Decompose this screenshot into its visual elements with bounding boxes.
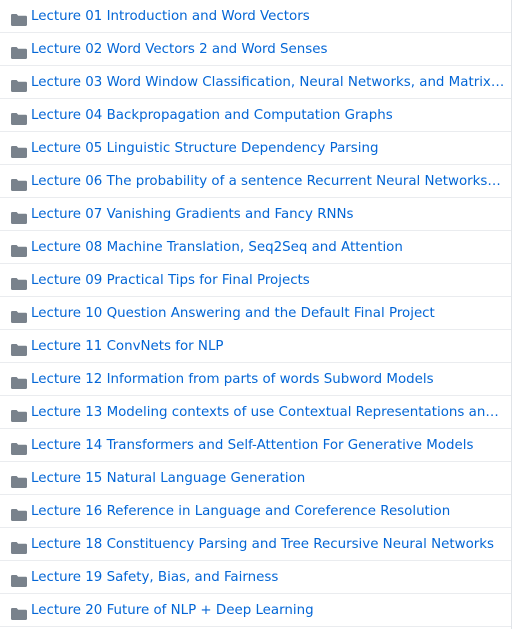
folder-link[interactable]: Lecture 20 Future of NLP + Deep Learning — [31, 594, 505, 627]
folder-link[interactable]: Lecture 09 Practical Tips for Final Proj… — [31, 264, 505, 297]
folder-icon — [11, 374, 27, 389]
folder-icon — [11, 77, 27, 92]
folder-row[interactable]: Lecture 08 Machine Translation, Seq2Seq … — [0, 231, 511, 264]
folder-link[interactable]: Lecture 13 Modeling contexts of use Cont… — [31, 396, 505, 429]
folder-icon — [11, 605, 27, 620]
folder-icon — [11, 539, 27, 554]
folder-row[interactable]: Lecture 05 Linguistic Structure Dependen… — [0, 132, 511, 165]
folder-icon — [11, 275, 27, 290]
folder-icon — [11, 44, 27, 59]
folder-icon — [11, 440, 27, 455]
folder-row[interactable]: Lecture 07 Vanishing Gradients and Fancy… — [0, 198, 511, 231]
folder-link[interactable]: Lecture 03 Word Window Classification, N… — [31, 66, 505, 99]
folder-link[interactable]: Lecture 15 Natural Language Generation — [31, 462, 505, 495]
folder-row[interactable]: Lecture 18 Constituency Parsing and Tree… — [0, 528, 511, 561]
folder-row[interactable]: Lecture 12 Information from parts of wor… — [0, 363, 511, 396]
folder-icon — [11, 242, 27, 257]
folder-icon — [11, 143, 27, 158]
folder-icon — [11, 506, 27, 521]
folder-row[interactable]: Lecture 15 Natural Language Generation — [0, 462, 511, 495]
folder-icon — [11, 407, 27, 422]
folder-row[interactable]: Lecture 06 The probability of a sentence… — [0, 165, 511, 198]
folder-icon — [11, 341, 27, 356]
folder-icon — [11, 209, 27, 224]
folder-row[interactable]: Lecture 03 Word Window Classification, N… — [0, 66, 511, 99]
folder-row[interactable]: Lecture 14 Transformers and Self-Attenti… — [0, 429, 511, 462]
folder-link[interactable]: Lecture 07 Vanishing Gradients and Fancy… — [31, 198, 505, 231]
folder-link[interactable]: Lecture 04 Backpropagation and Computati… — [31, 99, 505, 132]
folder-row[interactable]: Lecture 16 Reference in Language and Cor… — [0, 495, 511, 528]
folder-link[interactable]: Lecture 11 ConvNets for NLP — [31, 330, 505, 363]
folder-link[interactable]: Lecture 02 Word Vectors 2 and Word Sense… — [31, 33, 505, 66]
folder-list: Lecture 01 Introduction and Word Vectors… — [0, 0, 512, 629]
folder-row[interactable]: Lecture 01 Introduction and Word Vectors — [0, 0, 511, 33]
folder-link[interactable]: Lecture 12 Information from parts of wor… — [31, 363, 505, 396]
folder-icon — [11, 308, 27, 323]
folder-row[interactable]: Lecture 11 ConvNets for NLP — [0, 330, 511, 363]
folder-row[interactable]: Lecture 10 Question Answering and the De… — [0, 297, 511, 330]
folder-link[interactable]: Lecture 06 The probability of a sentence… — [31, 165, 505, 198]
folder-link[interactable]: Lecture 14 Transformers and Self-Attenti… — [31, 429, 505, 462]
folder-icon — [11, 473, 27, 488]
folder-link[interactable]: Lecture 19 Safety, Bias, and Fairness — [31, 561, 505, 594]
folder-link[interactable]: Lecture 05 Linguistic Structure Dependen… — [31, 132, 505, 165]
folder-icon — [11, 11, 27, 26]
folder-icon — [11, 110, 27, 125]
folder-icon — [11, 176, 27, 191]
folder-row[interactable]: Lecture 09 Practical Tips for Final Proj… — [0, 264, 511, 297]
folder-row[interactable]: Lecture 02 Word Vectors 2 and Word Sense… — [0, 33, 511, 66]
folder-icon — [11, 572, 27, 587]
folder-link[interactable]: Lecture 16 Reference in Language and Cor… — [31, 495, 505, 528]
folder-link[interactable]: Lecture 18 Constituency Parsing and Tree… — [31, 528, 505, 561]
folder-row[interactable]: Lecture 19 Safety, Bias, and Fairness — [0, 561, 511, 594]
folder-link[interactable]: Lecture 10 Question Answering and the De… — [31, 297, 505, 330]
folder-link[interactable]: Lecture 01 Introduction and Word Vectors — [31, 0, 505, 33]
folder-row[interactable]: Lecture 20 Future of NLP + Deep Learning — [0, 594, 511, 627]
folder-link[interactable]: Lecture 08 Machine Translation, Seq2Seq … — [31, 231, 505, 264]
folder-row[interactable]: Lecture 04 Backpropagation and Computati… — [0, 99, 511, 132]
folder-row[interactable]: Lecture 13 Modeling contexts of use Cont… — [0, 396, 511, 429]
